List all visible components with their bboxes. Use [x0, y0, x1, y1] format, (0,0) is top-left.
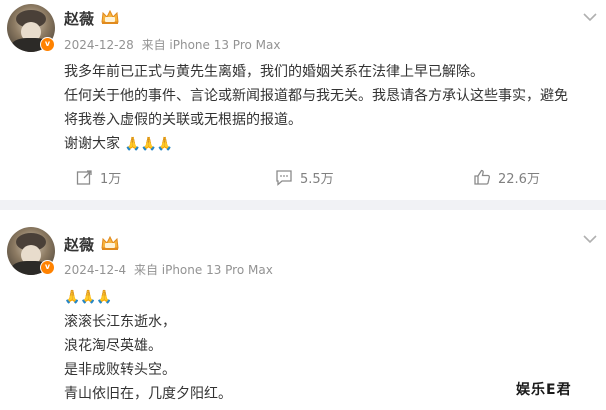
crown-member-icon	[101, 9, 119, 24]
folded-hands-emoji: 🙏🙏🙏	[124, 137, 174, 152]
content-line: 将我卷入虚假的关联或无根据的报道。	[64, 112, 302, 128]
post-meta: 2024-12-28 来自 iPhone 13 Pro Max	[64, 36, 284, 53]
post-date[interactable]: 2024-12-28	[64, 38, 134, 52]
folded-hands-emoji: 🙏🙏🙏	[64, 290, 113, 305]
username[interactable]: 赵薇	[64, 234, 94, 255]
repost-icon	[76, 170, 92, 185]
content-line: 谢谢大家 🙏🙏🙏	[64, 132, 568, 157]
watermark: 娱乐E君	[516, 382, 572, 398]
content-line: 任何关于他的事件、言论或新闻报道都与我无关。我恳请各方承认这些事实，避免	[64, 88, 568, 104]
content-line: 我多年前已正式与黄先生离婚，我们的婚姻关系在法律上早已解除。	[64, 64, 484, 80]
content-line: 浪花淘尽英雄。	[64, 338, 162, 354]
content-line: 🙏🙏🙏	[64, 285, 232, 310]
content-text: 谢谢大家	[64, 136, 120, 152]
thumbs-up-icon	[474, 169, 490, 185]
post-actions: 1万 5.5万 22.6万	[0, 168, 606, 198]
post-source: 来自 iPhone 13 Pro Max	[133, 263, 273, 277]
comment-button[interactable]: 5.5万	[275, 168, 334, 187]
crown-member-icon	[101, 235, 119, 250]
verified-badge-icon: v	[40, 260, 55, 275]
comment-count: 5.5万	[300, 172, 334, 187]
weibo-post-1: v 赵薇 2024-12-28 来自 iPhone 13 Pro Max 我多年…	[0, 0, 606, 200]
content-line: 滚滚长江东逝水，	[64, 314, 176, 330]
content-line: 是非成败转头空。	[64, 362, 176, 378]
content-line: 青山依旧在，几度夕阳红。	[64, 386, 232, 402]
chevron-down-icon[interactable]	[583, 12, 597, 22]
chevron-down-icon[interactable]	[583, 234, 597, 244]
post-date[interactable]: 2024-12-4	[64, 263, 126, 277]
post-content: 🙏🙏🙏 滚滚长江东逝水， 浪花淘尽英雄。 是非成败转头空。 青山依旧在，几度夕阳…	[64, 285, 232, 406]
post-divider	[0, 200, 606, 210]
verified-badge-icon: v	[40, 37, 55, 52]
repost-count: 1万	[100, 172, 122, 187]
like-count: 22.6万	[498, 172, 540, 187]
like-button[interactable]: 22.6万	[473, 168, 540, 187]
repost-button[interactable]: 1万	[76, 168, 121, 187]
comment-icon	[276, 170, 292, 186]
post-source: 来自 iPhone 13 Pro Max	[141, 38, 281, 52]
username[interactable]: 赵薇	[64, 8, 94, 29]
post-meta: 2024-12-4 来自 iPhone 13 Pro Max	[64, 261, 277, 278]
post-content: 我多年前已正式与黄先生离婚，我们的婚姻关系在法律上早已解除。 任何关于他的事件、…	[64, 60, 568, 157]
